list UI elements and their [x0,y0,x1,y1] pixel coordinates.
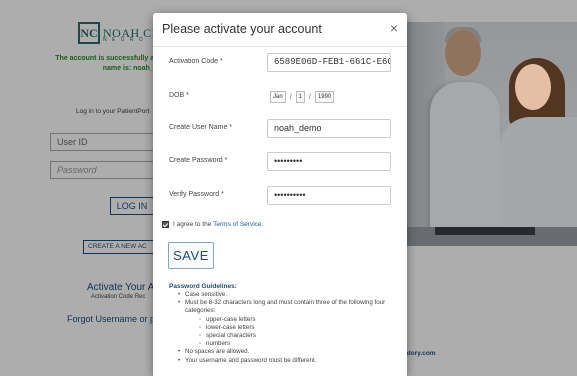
guideline-item: No spaces are allowed. [178,348,388,356]
dob-year-select[interactable]: 1990 [314,91,335,103]
doctor-2-head [515,64,551,110]
dob-label: DOB * [169,92,189,99]
password-guidelines-title: Password Guidelines: [169,283,237,290]
password-guidelines-list: Case sensitive. Must be 8-32 characters … [178,291,388,365]
verify-password-input[interactable]: •••••••••• [267,186,391,205]
dob-month-select[interactable]: Jan [270,91,286,103]
terms-of-service-link[interactable]: Terms of Service. [213,221,263,228]
verify-password-label: Verify Password * [169,191,224,198]
category-item: numbers [199,340,388,348]
password-label: Create Password * [169,157,228,164]
agree-text: I agree to the [173,221,212,228]
terms-agreement: I agree to the Terms of Service. [162,221,263,228]
username-label: Create User Name * [169,124,233,131]
close-icon[interactable]: × [390,20,398,36]
guideline-item-text: Must be 8-32 characters long and must co… [185,299,386,315]
create-password-input[interactable]: ••••••••• [267,152,391,171]
dob-day-select[interactable]: 1 [295,91,305,103]
guideline-item: Case sensitive. [178,291,388,299]
dob-separator: / [289,93,292,101]
dialog-title: Please activate your account [162,22,322,36]
dob-selector: Jan / 1 / 1990 [270,91,335,103]
password-categories-list: upper-case letters lower-case letters sp… [185,316,388,349]
activation-code-input[interactable]: 6589E06D-FEB1-661C-E6C [267,53,391,72]
activation-code-label: Activation Code * [169,58,223,65]
category-item: special characters [199,332,388,340]
guideline-item: Must be 8-32 characters long and must co… [178,299,388,348]
category-item: lower-case letters [199,324,388,332]
dialog-header: Please activate your account × [153,13,407,47]
save-button[interactable]: SAVE [168,242,214,269]
activate-account-dialog: Please activate your account × Activatio… [153,13,407,376]
username-input[interactable]: noah_demo [267,119,391,138]
category-item: upper-case letters [199,316,388,324]
guideline-item: Your username and password must be diffe… [178,357,388,365]
terms-checkbox[interactable] [162,221,169,228]
dob-separator: / [308,93,311,101]
